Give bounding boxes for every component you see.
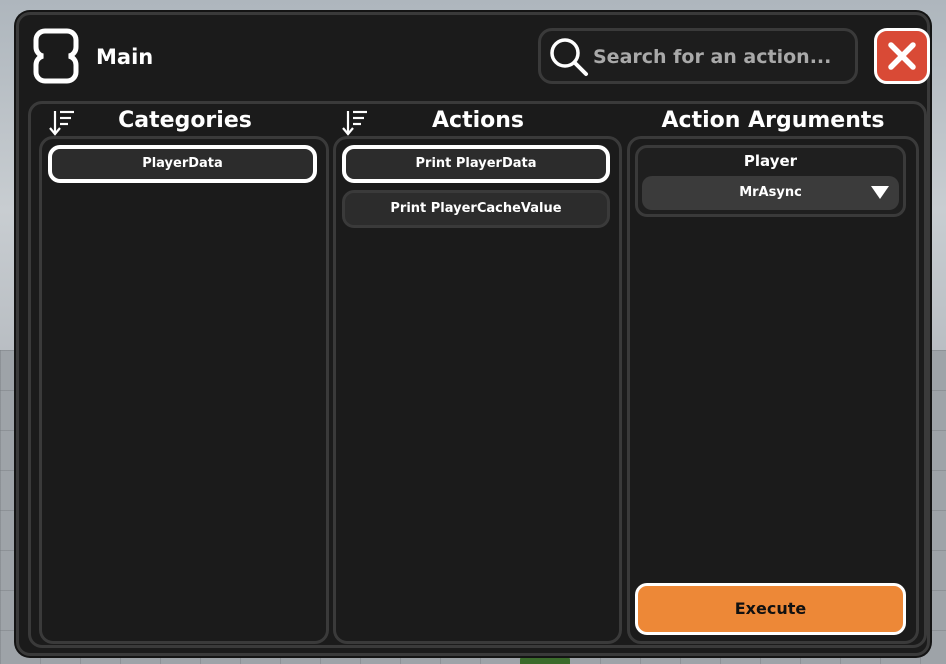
content-area: Categories PlayerData Actions Print Play… (28, 101, 927, 648)
dropdown-value: MrAsync (739, 185, 802, 200)
search-bar[interactable] (538, 28, 858, 84)
categories-panel: PlayerData (39, 136, 329, 644)
actions-panel: Print PlayerData Print PlayerCacheValue (333, 136, 622, 644)
close-button[interactable] (874, 28, 930, 84)
sort-descending-icon[interactable] (48, 108, 78, 138)
admin-panel-window: Main Categories PlayerData (16, 12, 930, 656)
arguments-heading: Action Arguments (661, 108, 885, 133)
window-title: Main (96, 45, 154, 69)
search-input[interactable] (591, 43, 855, 71)
actions-heading: Actions (432, 108, 524, 133)
categories-heading: Categories (118, 108, 252, 133)
argument-field-player: Player MrAsync (635, 145, 906, 217)
action-item-print-playerdata[interactable]: Print PlayerData (342, 145, 610, 183)
action-item-print-playercachevalue[interactable]: Print PlayerCacheValue (342, 190, 610, 228)
argument-label: Player (743, 152, 798, 170)
sort-descending-icon[interactable] (341, 108, 371, 138)
arguments-panel: Player MrAsync Execute (627, 136, 919, 644)
execute-button[interactable]: Execute (635, 583, 906, 635)
triangle-down-icon (871, 186, 889, 199)
search-icon (550, 38, 588, 76)
category-item-playerdata[interactable]: PlayerData (48, 145, 317, 183)
close-icon (888, 42, 916, 70)
player-dropdown[interactable]: MrAsync (642, 176, 899, 210)
pill-logo-icon (33, 28, 79, 84)
